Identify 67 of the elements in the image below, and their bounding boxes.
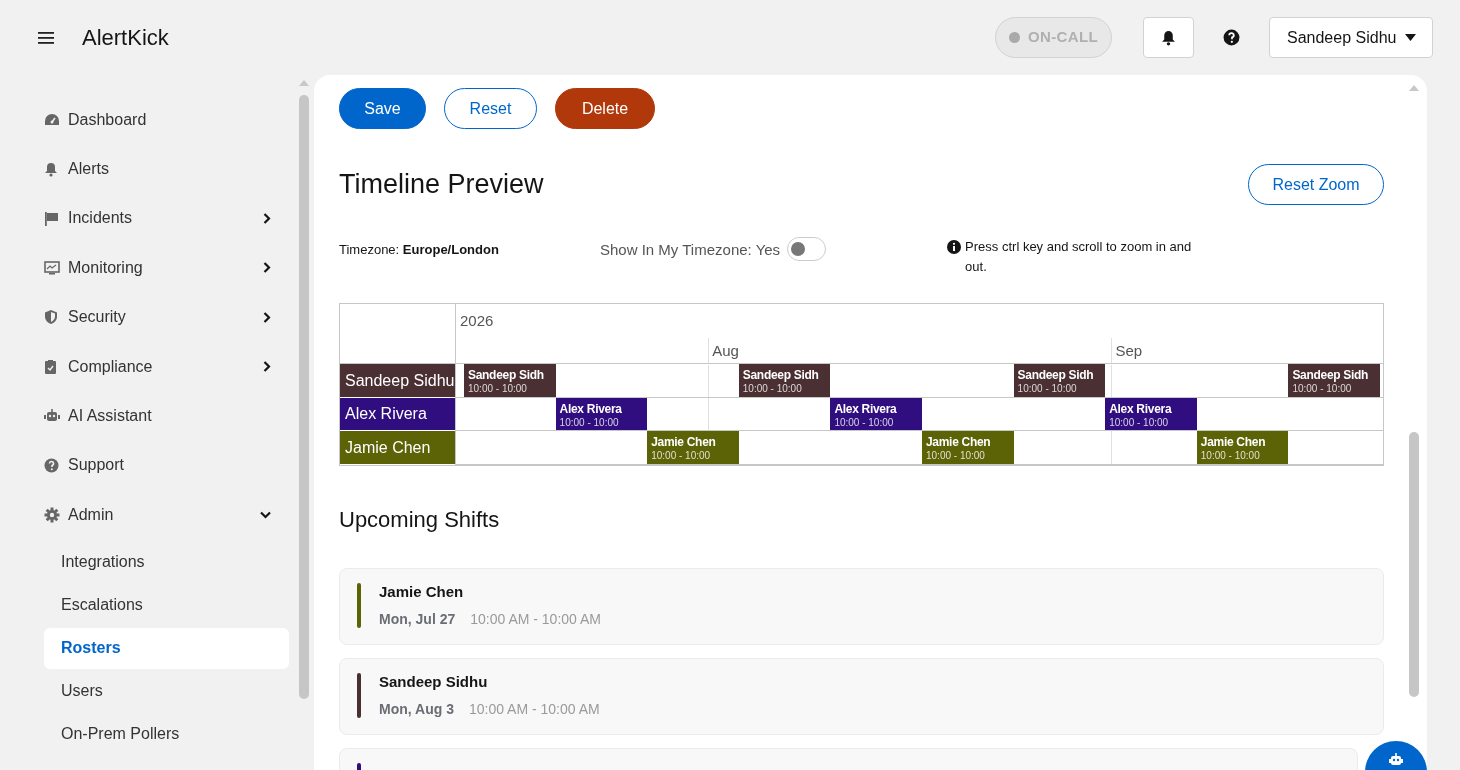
notifications-button[interactable] xyxy=(1143,17,1194,58)
shift-block[interactable]: Sandeep Sidh 10:00 - 10:00 xyxy=(1288,364,1380,397)
shift-card[interactable]: Sandeep Sidhu Mon, Aug 3 10:00 AM - 10:00 AM xyxy=(339,658,1384,735)
sidebar-item[interactable]: Incidents xyxy=(44,193,289,244)
shift-block[interactable]: Sandeep Sidh 10:00 - 10:00 xyxy=(738,364,831,397)
gear-icon xyxy=(44,506,60,523)
shift-card[interactable]: Jamie Chen Mon, Jul 27 10:00 AM - 10:00 AM xyxy=(339,568,1384,645)
shift-block[interactable]: Alex Rivera 10:00 - 10:00 xyxy=(555,397,648,431)
sidebar-subitem[interactable]: Escalations xyxy=(44,584,289,626)
shift-name: Sandeep Sidhu xyxy=(379,672,489,692)
shift-time: 10:00 AM - 10:00 AM xyxy=(468,699,600,719)
month-label: Sep xyxy=(1114,341,1143,361)
month-label: Aug xyxy=(711,341,739,361)
delete-button[interactable]: Delete xyxy=(555,88,655,129)
clipboard-icon xyxy=(44,358,57,375)
scrollbar-thumb[interactable] xyxy=(1409,432,1419,697)
sidebar-item[interactable]: Monitoring xyxy=(44,243,289,293)
flag-icon xyxy=(44,210,59,226)
lane-label: Sandeep Sidhu xyxy=(340,364,455,398)
sidebar-subitem[interactable]: Integrations xyxy=(44,541,289,583)
scrollbar-thumb[interactable] xyxy=(299,95,309,699)
app-title: AlertKick xyxy=(82,24,169,52)
sidebar-item[interactable]: Alerts xyxy=(44,144,289,194)
bell-icon xyxy=(1161,29,1176,46)
shift-date: Mon, Jul 27 xyxy=(379,609,456,629)
robot-icon xyxy=(44,409,60,424)
shift-name: Jamie Chen xyxy=(379,582,465,602)
help-icon[interactable] xyxy=(1223,29,1240,46)
sidebar-item[interactable]: Security xyxy=(44,292,289,342)
sidebar-item[interactable]: AI Assistant xyxy=(44,391,289,441)
help-icon xyxy=(44,457,59,473)
lane-label: Alex Rivera xyxy=(340,397,455,432)
lane-label: Jamie Chen xyxy=(340,431,455,465)
shift-block[interactable]: Jamie Chen 10:00 - 10:00 xyxy=(922,431,1014,464)
shift-block[interactable]: Jamie Chen 10:00 - 10:00 xyxy=(1196,431,1289,464)
shift-block[interactable]: Jamie Chen 10:00 - 10:00 xyxy=(647,431,739,464)
section-title: Upcoming Shifts xyxy=(339,506,501,534)
shift-date: Mon, Aug 3 xyxy=(379,699,454,719)
toggle-label: Show In My Timezone: Yes xyxy=(600,240,781,260)
sidebar-subitem[interactable]: Rosters xyxy=(44,627,289,669)
shift-block[interactable]: Sandeep Sidh 10:00 - 10:00 xyxy=(464,364,556,397)
zoom-hint-text: Press ctrl key and scroll to zoom in and out. xyxy=(965,238,1193,276)
menu-icon[interactable] xyxy=(38,30,54,45)
info-icon xyxy=(947,240,962,254)
shift-block[interactable]: Alex Rivera 10:00 - 10:00 xyxy=(830,397,922,431)
sidebar-subitem[interactable]: On-Prem Pollers xyxy=(44,713,289,755)
sidebar-subitem[interactable]: Users xyxy=(44,670,289,712)
monitor-icon xyxy=(44,260,60,275)
user-menu-button[interactable]: Sandeep Sidhu xyxy=(1269,17,1433,58)
sidebar-item[interactable]: Support xyxy=(44,440,289,491)
reset-button[interactable]: Reset xyxy=(444,88,537,129)
shift-time: 10:00 AM - 10:00 AM xyxy=(470,609,601,629)
robot-icon xyxy=(1388,753,1404,767)
bell-icon xyxy=(44,161,58,177)
save-button[interactable]: Save xyxy=(339,88,426,129)
shield-icon xyxy=(44,309,58,326)
timezone-toggle[interactable] xyxy=(787,237,827,261)
sidebar-item[interactable]: Dashboard xyxy=(44,95,289,145)
shift-block[interactable]: Sandeep Sidh 10:00 - 10:00 xyxy=(1013,364,1106,397)
timezone-text: Timezone: Europe/London xyxy=(339,241,500,259)
section-title: Timeline Preview xyxy=(339,168,544,202)
sidebar-item[interactable]: Admin xyxy=(44,490,289,540)
shift-block[interactable]: Alex Rivera 10:00 - 10:00 xyxy=(1105,397,1197,431)
caret-icon xyxy=(1405,34,1416,41)
dashboard-icon xyxy=(44,112,60,127)
sidebar-item[interactable]: Compliance xyxy=(44,341,289,392)
year-label: 2026 xyxy=(460,311,494,331)
